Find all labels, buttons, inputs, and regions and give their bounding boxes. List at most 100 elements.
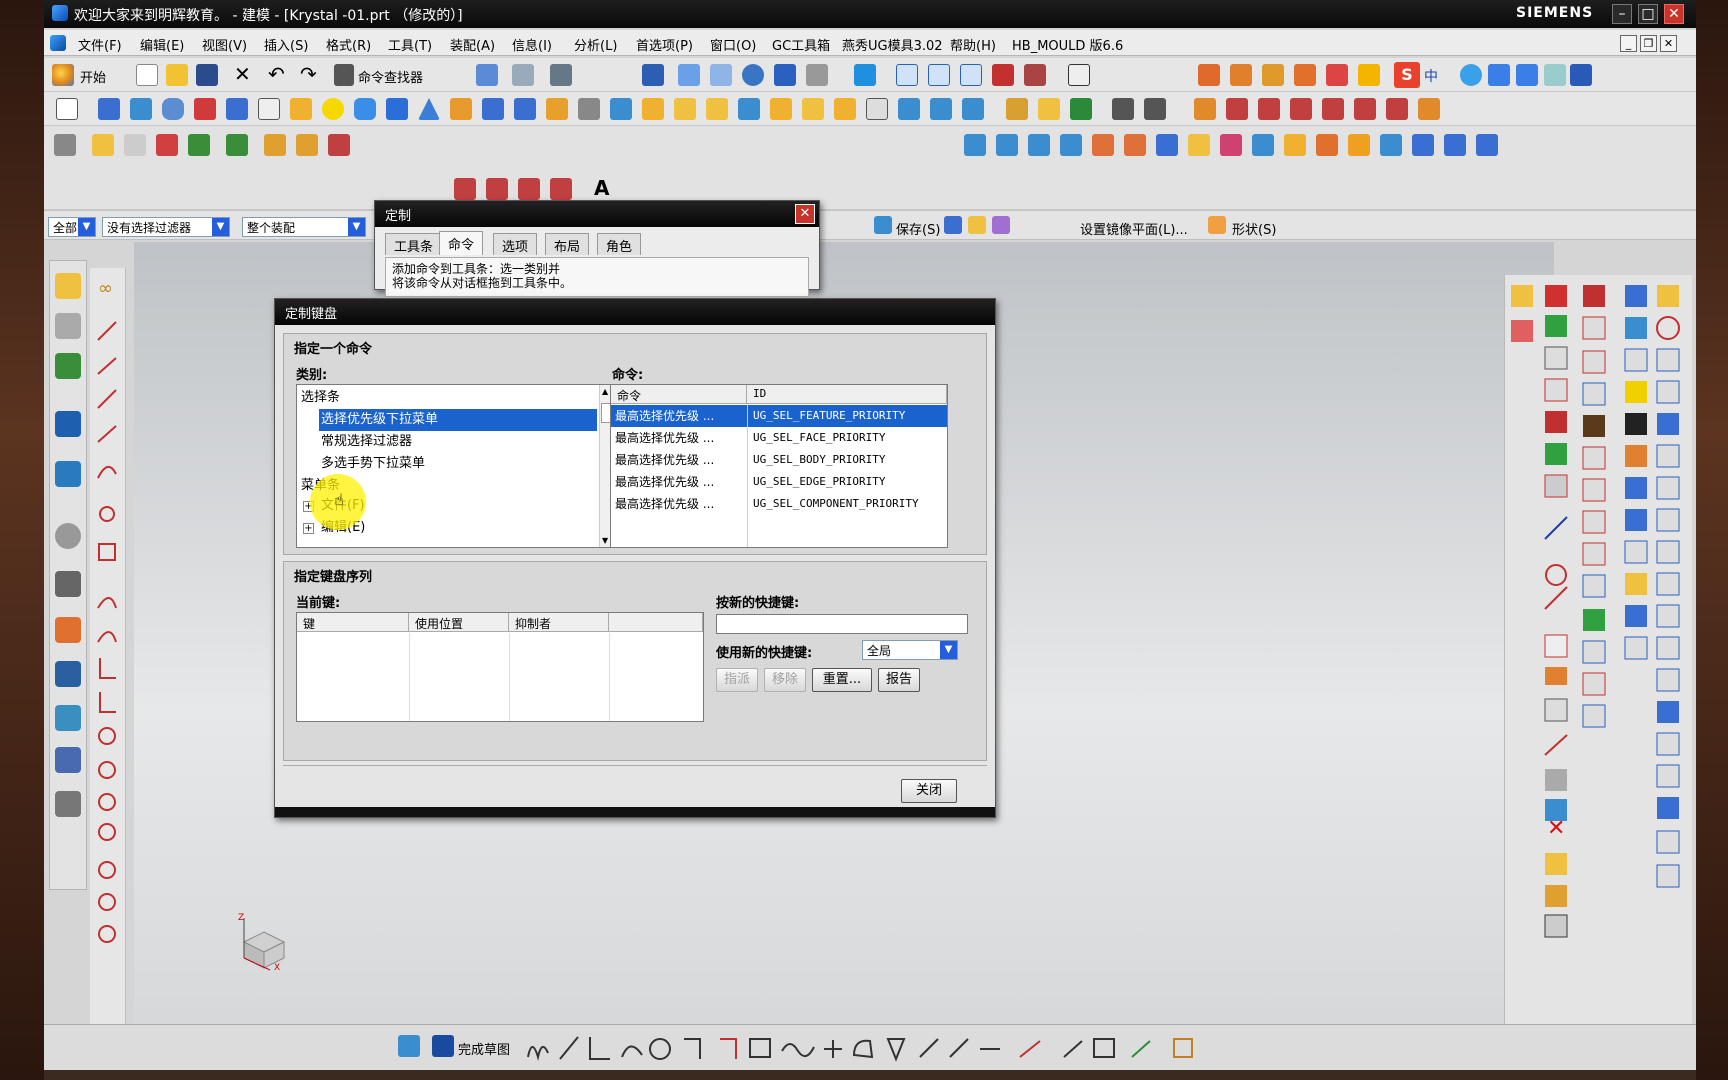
surface-6-icon[interactable] [1124,134,1146,156]
set-mirror-plane-button[interactable]: 设置镜像平面(L)... [1080,219,1188,238]
sketch-palette-icon[interactable] [398,1035,420,1057]
tree-item-selection-bar[interactable]: 选择条 [299,387,597,409]
selection-filter-dropdown[interactable]: 没有选择过滤器 ▼ [102,217,230,237]
command-row[interactable]: 最高选择优先级 ... UG_SEL_FACE_PRIORITY [611,427,947,449]
tab-roles[interactable]: 角色 [597,233,642,255]
clock-icon[interactable] [55,523,81,549]
cone-icon[interactable] [418,98,440,120]
trim-body-icon[interactable] [834,98,856,120]
tab-commands[interactable]: 命令 [439,231,484,255]
ime-mic-icon[interactable] [1488,64,1510,86]
process-studio-icon[interactable] [55,571,81,597]
report-button[interactable]: 报告 [878,668,920,692]
system-scenes-icon[interactable] [55,705,81,731]
text-tool-icon[interactable]: A [594,176,609,200]
finish-sketch-flag-icon[interactable] [432,1035,454,1057]
menu-gc-toolbox[interactable]: GC工具箱 [772,35,830,54]
command-row[interactable]: 最高选择优先级 ... UG_SEL_COMPONENT_PRIORITY [611,493,947,515]
save-icon[interactable] [196,64,218,86]
curve-tool-8-icon[interactable] [1418,98,1440,120]
surface-7-icon[interactable] [1156,134,1178,156]
keys-col-key[interactable]: 键 [297,613,409,632]
curve-tool-4-icon[interactable] [1290,98,1312,120]
sketch-line-icon[interactable] [454,178,476,200]
select-face-icon[interactable] [188,134,210,156]
surface-11-icon[interactable] [1284,134,1306,156]
rotate-icon[interactable] [742,64,764,86]
cylinder-icon[interactable] [354,98,376,120]
mold-tool-6-icon[interactable] [1358,64,1380,86]
keys-col-location[interactable]: 使用位置 [409,613,509,632]
box-icon[interactable] [386,98,408,120]
scroll-down-icon[interactable]: ▼ [602,536,608,545]
sketch-icon[interactable] [56,98,78,120]
commands-list[interactable]: 命令 ID 最高选择优先级 ... UG_SEL_FEATURE_PRIORIT… [610,384,948,548]
surface-2-icon[interactable] [996,134,1018,156]
commands-col-id[interactable]: ID [747,385,947,404]
ime-user-icon[interactable] [1544,64,1566,86]
surface-15-icon[interactable] [1412,134,1434,156]
intersect-icon[interactable] [674,98,696,120]
remove-button[interactable]: 移除 [764,668,806,692]
assembly-navigator-icon[interactable] [55,273,81,299]
extrude-icon[interactable] [98,98,120,120]
visualization-icon[interactable] [55,617,81,643]
pattern-icon[interactable] [930,98,952,120]
minimize-button[interactable]: – [1612,4,1632,24]
subtract-icon[interactable] [642,98,664,120]
surface-5-icon[interactable] [1092,134,1114,156]
keys-col-suppressed[interactable]: 抑制者 [509,613,609,632]
block-icon[interactable] [226,98,248,120]
type-filter-dropdown[interactable]: 全部 ▼ [48,217,96,237]
fit-view-icon[interactable] [642,64,664,86]
pocket-icon[interactable] [290,98,312,120]
wcs-icon[interactable] [968,216,986,234]
curve-tool-1-icon[interactable] [1194,98,1216,120]
surface-17-icon[interactable] [1476,134,1498,156]
grid-icon[interactable] [328,134,350,156]
command-row[interactable]: 最高选择优先级 ... UG_SEL_EDGE_PRIORITY [611,471,947,493]
undo-icon[interactable]: ↶ [268,62,285,86]
draft-icon[interactable] [802,98,824,120]
sogou-ime-icon[interactable]: S [1394,62,1420,88]
tree-item-selection-priority[interactable]: 选择优先级下拉菜单 [319,409,597,431]
surface-14-icon[interactable] [1380,134,1402,156]
save-button[interactable]: 保存(S) [896,219,940,238]
snap-icon[interactable] [226,134,248,156]
sweep-icon[interactable] [1038,98,1060,120]
surface-8-icon[interactable] [1188,134,1210,156]
menu-preferences[interactable]: 首选项(P) [636,35,693,54]
thread-icon[interactable] [1006,98,1028,120]
tab-toolbars[interactable]: 工具条 [385,233,443,255]
redo-icon[interactable]: ↷ [300,62,317,86]
menu-yanxiu-mold[interactable]: 燕秀UG模具3.02 [842,35,943,54]
view-iso-icon[interactable] [960,64,982,86]
mold-tool-2-icon[interactable] [1230,64,1252,86]
wave-link-icon[interactable] [476,64,498,86]
palette-icon[interactable] [55,747,81,773]
menu-edit[interactable]: 编辑(E) [140,35,184,54]
mirror-plane-icon[interactable] [992,216,1010,234]
command-row[interactable]: 最高选择优先级 ... UG_SEL_FEATURE_PRIORITY [611,405,947,427]
internet-explorer-icon[interactable] [55,411,81,437]
doc-restore-button[interactable]: ❐ [1640,35,1657,52]
ime-keyboard-icon[interactable] [1516,64,1538,86]
snap-view-icon[interactable] [944,216,962,234]
rib-icon[interactable] [514,98,536,120]
tube-icon[interactable] [162,98,184,120]
unite-icon[interactable] [610,98,632,120]
pointer-icon[interactable] [124,134,146,156]
view-section-icon[interactable] [992,64,1014,86]
background-icon[interactable] [1068,64,1090,86]
tree-item-edit[interactable]: 编辑(E) [319,517,597,539]
commands-col-command[interactable]: 命令 [611,385,747,404]
binoculars-icon[interactable] [334,64,354,86]
open-folder-icon[interactable] [166,64,188,86]
sketch-arc-icon[interactable] [486,178,508,200]
menu-hb-mould[interactable]: HB_MOULD 版6.6 [1012,35,1123,54]
measure-icon[interactable] [1112,98,1134,120]
curve-tool-7-icon[interactable] [1386,98,1408,120]
surface-1-icon[interactable] [964,134,986,156]
menu-file[interactable]: 文件(F) [78,35,122,54]
scope-dropdown[interactable]: 全局 ▼ [862,640,958,660]
